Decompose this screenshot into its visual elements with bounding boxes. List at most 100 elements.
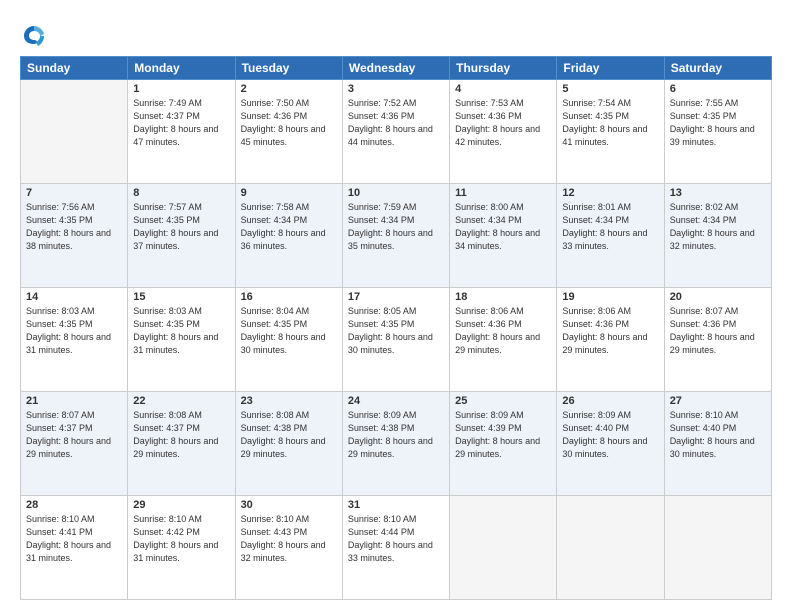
calendar-day-cell: 18 Sunrise: 8:06 AMSunset: 4:36 PMDaylig… [450,288,557,392]
calendar-header-tuesday: Tuesday [235,57,342,80]
calendar-day-cell: 20 Sunrise: 8:07 AMSunset: 4:36 PMDaylig… [664,288,771,392]
day-info: Sunrise: 8:09 AMSunset: 4:38 PMDaylight:… [348,409,444,461]
header [20,18,772,50]
calendar-day-cell: 27 Sunrise: 8:10 AMSunset: 4:40 PMDaylig… [664,392,771,496]
day-number: 26 [562,395,658,407]
day-number: 25 [455,395,551,407]
calendar-week-row: 7 Sunrise: 7:56 AMSunset: 4:35 PMDayligh… [21,184,772,288]
calendar-day-cell: 10 Sunrise: 7:59 AMSunset: 4:34 PMDaylig… [342,184,449,288]
day-number: 6 [670,83,766,95]
calendar-day-cell: 29 Sunrise: 8:10 AMSunset: 4:42 PMDaylig… [128,496,235,600]
calendar-header-friday: Friday [557,57,664,80]
day-number: 31 [348,499,444,511]
day-info: Sunrise: 8:08 AMSunset: 4:37 PMDaylight:… [133,409,229,461]
day-info: Sunrise: 8:10 AMSunset: 4:42 PMDaylight:… [133,513,229,565]
day-number: 18 [455,291,551,303]
day-number: 15 [133,291,229,303]
calendar-day-cell: 5 Sunrise: 7:54 AMSunset: 4:35 PMDayligh… [557,80,664,184]
calendar-day-cell [450,496,557,600]
calendar-day-cell: 31 Sunrise: 8:10 AMSunset: 4:44 PMDaylig… [342,496,449,600]
day-number: 27 [670,395,766,407]
day-number: 13 [670,187,766,199]
calendar-day-cell [21,80,128,184]
calendar-week-row: 14 Sunrise: 8:03 AMSunset: 4:35 PMDaylig… [21,288,772,392]
day-number: 23 [241,395,337,407]
calendar-day-cell: 8 Sunrise: 7:57 AMSunset: 4:35 PMDayligh… [128,184,235,288]
day-info: Sunrise: 8:07 AMSunset: 4:36 PMDaylight:… [670,305,766,357]
day-info: Sunrise: 7:49 AMSunset: 4:37 PMDaylight:… [133,97,229,149]
day-info: Sunrise: 8:04 AMSunset: 4:35 PMDaylight:… [241,305,337,357]
day-info: Sunrise: 7:54 AMSunset: 4:35 PMDaylight:… [562,97,658,149]
calendar-day-cell: 30 Sunrise: 8:10 AMSunset: 4:43 PMDaylig… [235,496,342,600]
calendar-day-cell: 21 Sunrise: 8:07 AMSunset: 4:37 PMDaylig… [21,392,128,496]
calendar-header-saturday: Saturday [664,57,771,80]
day-info: Sunrise: 7:53 AMSunset: 4:36 PMDaylight:… [455,97,551,149]
logo [20,22,52,50]
calendar-day-cell: 19 Sunrise: 8:06 AMSunset: 4:36 PMDaylig… [557,288,664,392]
calendar-table: SundayMondayTuesdayWednesdayThursdayFrid… [20,56,772,600]
day-info: Sunrise: 8:08 AMSunset: 4:38 PMDaylight:… [241,409,337,461]
day-number: 8 [133,187,229,199]
day-number: 3 [348,83,444,95]
calendar-day-cell: 13 Sunrise: 8:02 AMSunset: 4:34 PMDaylig… [664,184,771,288]
calendar-header-thursday: Thursday [450,57,557,80]
calendar-day-cell: 11 Sunrise: 8:00 AMSunset: 4:34 PMDaylig… [450,184,557,288]
day-number: 1 [133,83,229,95]
calendar-day-cell: 25 Sunrise: 8:09 AMSunset: 4:39 PMDaylig… [450,392,557,496]
day-info: Sunrise: 8:06 AMSunset: 4:36 PMDaylight:… [562,305,658,357]
calendar-header-monday: Monday [128,57,235,80]
calendar-day-cell: 9 Sunrise: 7:58 AMSunset: 4:34 PMDayligh… [235,184,342,288]
day-number: 9 [241,187,337,199]
calendar-day-cell: 6 Sunrise: 7:55 AMSunset: 4:35 PMDayligh… [664,80,771,184]
day-info: Sunrise: 7:56 AMSunset: 4:35 PMDaylight:… [26,201,122,253]
day-info: Sunrise: 7:50 AMSunset: 4:36 PMDaylight:… [241,97,337,149]
calendar-day-cell: 24 Sunrise: 8:09 AMSunset: 4:38 PMDaylig… [342,392,449,496]
day-number: 30 [241,499,337,511]
day-info: Sunrise: 7:59 AMSunset: 4:34 PMDaylight:… [348,201,444,253]
day-number: 19 [562,291,658,303]
day-info: Sunrise: 8:02 AMSunset: 4:34 PMDaylight:… [670,201,766,253]
day-info: Sunrise: 8:09 AMSunset: 4:40 PMDaylight:… [562,409,658,461]
calendar-header-sunday: Sunday [21,57,128,80]
day-number: 14 [26,291,122,303]
calendar-day-cell: 2 Sunrise: 7:50 AMSunset: 4:36 PMDayligh… [235,80,342,184]
day-info: Sunrise: 7:55 AMSunset: 4:35 PMDaylight:… [670,97,766,149]
day-info: Sunrise: 8:05 AMSunset: 4:35 PMDaylight:… [348,305,444,357]
page: SundayMondayTuesdayWednesdayThursdayFrid… [0,0,792,612]
day-info: Sunrise: 8:09 AMSunset: 4:39 PMDaylight:… [455,409,551,461]
day-number: 16 [241,291,337,303]
calendar-week-row: 1 Sunrise: 7:49 AMSunset: 4:37 PMDayligh… [21,80,772,184]
calendar-day-cell: 16 Sunrise: 8:04 AMSunset: 4:35 PMDaylig… [235,288,342,392]
calendar-day-cell: 12 Sunrise: 8:01 AMSunset: 4:34 PMDaylig… [557,184,664,288]
day-number: 2 [241,83,337,95]
day-number: 21 [26,395,122,407]
calendar-day-cell: 15 Sunrise: 8:03 AMSunset: 4:35 PMDaylig… [128,288,235,392]
day-info: Sunrise: 8:00 AMSunset: 4:34 PMDaylight:… [455,201,551,253]
calendar-day-cell: 14 Sunrise: 8:03 AMSunset: 4:35 PMDaylig… [21,288,128,392]
day-number: 28 [26,499,122,511]
day-number: 24 [348,395,444,407]
calendar-day-cell [664,496,771,600]
calendar-day-cell: 3 Sunrise: 7:52 AMSunset: 4:36 PMDayligh… [342,80,449,184]
day-info: Sunrise: 8:01 AMSunset: 4:34 PMDaylight:… [562,201,658,253]
day-info: Sunrise: 8:10 AMSunset: 4:43 PMDaylight:… [241,513,337,565]
day-number: 22 [133,395,229,407]
day-number: 4 [455,83,551,95]
calendar-day-cell [557,496,664,600]
calendar-week-row: 21 Sunrise: 8:07 AMSunset: 4:37 PMDaylig… [21,392,772,496]
calendar-day-cell: 17 Sunrise: 8:05 AMSunset: 4:35 PMDaylig… [342,288,449,392]
day-info: Sunrise: 8:03 AMSunset: 4:35 PMDaylight:… [133,305,229,357]
day-number: 7 [26,187,122,199]
calendar-week-row: 28 Sunrise: 8:10 AMSunset: 4:41 PMDaylig… [21,496,772,600]
day-info: Sunrise: 7:52 AMSunset: 4:36 PMDaylight:… [348,97,444,149]
calendar-header-wednesday: Wednesday [342,57,449,80]
day-number: 5 [562,83,658,95]
calendar-day-cell: 28 Sunrise: 8:10 AMSunset: 4:41 PMDaylig… [21,496,128,600]
day-info: Sunrise: 8:10 AMSunset: 4:41 PMDaylight:… [26,513,122,565]
calendar-header-row: SundayMondayTuesdayWednesdayThursdayFrid… [21,57,772,80]
day-info: Sunrise: 8:10 AMSunset: 4:40 PMDaylight:… [670,409,766,461]
day-number: 17 [348,291,444,303]
calendar-day-cell: 1 Sunrise: 7:49 AMSunset: 4:37 PMDayligh… [128,80,235,184]
day-number: 11 [455,187,551,199]
day-info: Sunrise: 8:10 AMSunset: 4:44 PMDaylight:… [348,513,444,565]
